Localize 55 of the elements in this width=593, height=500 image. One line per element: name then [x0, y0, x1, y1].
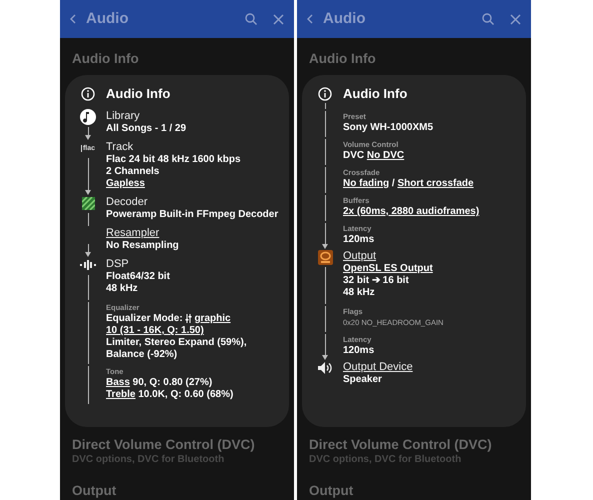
back-icon[interactable] [70, 14, 76, 24]
section-title: Direct Volume Control (DVC) [72, 436, 256, 454]
value-text: 10 (31 - 16K, Q: 1.50) [106, 325, 205, 337]
info-icon [318, 87, 332, 101]
stage-label: DSP [106, 257, 130, 271]
stage-label[interactable]: Output Device [343, 360, 413, 374]
search-icon[interactable] [482, 13, 494, 25]
value-text: No fading / Short crossfade [343, 178, 474, 190]
stage-label[interactable]: Resampler [106, 226, 179, 240]
app-bar-title: Audio [323, 8, 366, 29]
value-text: Sony WH-1000XM5 [343, 122, 434, 134]
music-note-icon [80, 109, 96, 125]
value-text: Limiter, Stereo Expand (59%), [106, 337, 247, 349]
value-text: All Songs - 1 / 29 [106, 123, 186, 135]
value-text: Poweramp Built-in FFmpeg Decoder [106, 209, 278, 221]
value-text: Balance (-92%) [106, 349, 178, 361]
value-text: Equalizer Mode: graphic [106, 313, 232, 325]
waveform-icon [80, 260, 96, 270]
section-title: Audio Info [71, 50, 140, 68]
value-text: 48 kHz [106, 283, 139, 295]
value-text: Float64/32 bit [106, 271, 170, 283]
output-icon [318, 250, 332, 264]
value-text: Speaker [343, 374, 383, 386]
value-text: 2 Channels [106, 166, 160, 178]
close-icon[interactable] [273, 14, 284, 24]
back-icon[interactable] [307, 14, 313, 24]
section-title: Direct Volume Control (DVC) [309, 436, 493, 454]
value-text: No Resampling [106, 240, 179, 252]
value-text: 120ms [343, 345, 374, 357]
info-icon [81, 87, 95, 101]
section-title: Output [309, 482, 354, 500]
section-title: Output [72, 482, 118, 500]
value-text: Gapless [106, 178, 146, 190]
stage-label: Decoder [106, 195, 149, 209]
stage-label[interactable]: Output [343, 249, 433, 263]
value-text: OpenSL ES Output [343, 263, 433, 275]
stage-label: Library [106, 109, 141, 123]
value-text: 120ms [343, 234, 374, 246]
app-bar-title: Audio [86, 8, 130, 29]
value-text: DVC No DVC [343, 150, 404, 162]
dialog-title: Audio Info [342, 87, 408, 103]
value-text: 2x (60ms, 2880 audioframes) [343, 206, 480, 218]
striped-square-icon [82, 196, 94, 210]
close-icon[interactable] [510, 14, 521, 24]
equalizer-icon [185, 314, 192, 323]
speaker-icon [318, 362, 332, 374]
value-text: 32 bit ➔ 16 bit [343, 275, 410, 287]
value-text: Bass 90, Q: 0.80 (27%) [106, 377, 214, 389]
value-text: Treble 10.0K, Q: 0.60 (68%) [106, 389, 234, 401]
search-icon[interactable] [245, 13, 257, 25]
value-text: 48 kHz [343, 287, 376, 299]
dialog-title: Audio Info [105, 87, 170, 103]
stage-label: Track [106, 140, 134, 154]
value-text: Flac 24 bit 48 kHz 1600 kbps [106, 154, 241, 166]
section-title: Audio Info [308, 50, 377, 68]
